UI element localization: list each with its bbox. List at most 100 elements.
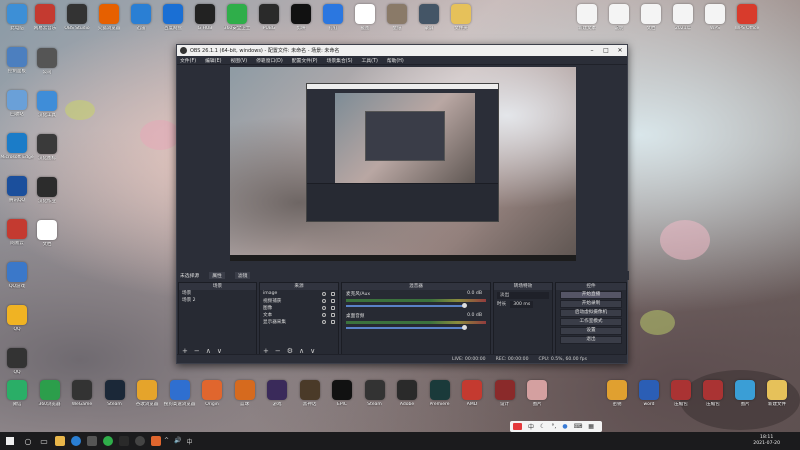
desktop-icon[interactable]: 钉钉 [316, 4, 350, 31]
desktop-icon[interactable]: 压缩包 [664, 380, 698, 407]
desktop-icon[interactable]: 火狐浏览器 [92, 4, 126, 31]
source-item[interactable]: 视频捕获 [260, 297, 338, 304]
desktop-icon[interactable]: QQ [0, 348, 34, 375]
desktop-icon[interactable]: 控制面板 [0, 47, 34, 74]
duration-input[interactable]: 300 ms [510, 301, 534, 308]
desktop-icon[interactable]: WeGame [65, 380, 99, 407]
source-item[interactable]: image [260, 290, 338, 297]
keyboard-icon[interactable]: ⌨ [574, 423, 583, 430]
desktop-icon[interactable]: 新建文本 [570, 4, 604, 31]
menu-file[interactable]: 文件(F) [180, 57, 196, 64]
volume-icon[interactable]: 🔊 [174, 437, 181, 446]
lock-icon[interactable] [331, 305, 335, 310]
desktop-icon[interactable]: G HUB [188, 4, 222, 31]
visibility-icon[interactable] [322, 312, 326, 317]
app-icon[interactable] [116, 432, 132, 450]
transition-select[interactable]: 淡出 [497, 292, 549, 299]
menu-view[interactable]: 视图(V) [230, 57, 247, 64]
app-icon[interactable] [148, 432, 164, 450]
source-item[interactable]: 文本 [260, 311, 338, 318]
file-explorer-icon[interactable] [52, 432, 68, 450]
desktop-icon[interactable]: OBS Studio [60, 4, 94, 31]
obs-preview-canvas[interactable] [230, 67, 576, 261]
visibility-icon[interactable] [322, 291, 326, 296]
lock-icon[interactable] [331, 298, 335, 303]
app-icon[interactable] [84, 432, 100, 450]
ime-indicator[interactable]: 中 [187, 437, 193, 446]
source-item[interactable]: 图像 [260, 304, 338, 311]
scene-item[interactable]: 场景 [179, 290, 256, 297]
desktop-icon[interactable]: 公司 [30, 48, 64, 75]
desktop-icon[interactable]: EPIC [325, 380, 359, 407]
minimize-icon[interactable]: – [585, 47, 599, 54]
menu-tools[interactable]: 工具(T) [362, 57, 378, 64]
studio-mode-button[interactable]: 工作室模式 [560, 318, 622, 326]
menu-docks[interactable]: 停靠窗口(D) [256, 57, 283, 64]
desktop-icon[interactable]: 黑神话 [293, 380, 327, 407]
desktop-icon[interactable]: 新建文件 [760, 380, 794, 407]
desktop-icon[interactable]: Premiere [423, 380, 457, 407]
filters-button[interactable]: 滤镜 [234, 272, 251, 279]
desktop-icon[interactable]: 说明 [602, 4, 636, 31]
tray-overflow-icon[interactable]: ^ [164, 437, 169, 446]
menu-edit[interactable]: 编辑(E) [205, 57, 221, 64]
volume-slider[interactable] [346, 325, 467, 330]
ime-lang[interactable]: 中 [528, 422, 534, 431]
start-streaming-button[interactable]: 开始直播 [560, 291, 622, 299]
desktop-icon[interactable]: QQ游戏 [0, 262, 34, 289]
desktop-icon[interactable]: 汉化作业 [30, 177, 64, 204]
app-icon[interactable] [100, 432, 116, 450]
desktop-icon[interactable]: QQ [0, 305, 34, 332]
visibility-icon[interactable] [322, 319, 326, 324]
obs-titlebar[interactable]: OBS 26.1.1 (64-bit, windows) - 配置文件: 未命名… [177, 45, 627, 56]
desktop-icon[interactable]: 网易云音乐 [28, 4, 62, 31]
microphone-icon[interactable]: ● [562, 423, 567, 430]
desktop-icon[interactable]: PUBG [252, 4, 286, 31]
desktop-icon[interactable]: 微信 [0, 380, 34, 407]
punctuation-icon[interactable]: °, [551, 423, 556, 430]
desktop-icon[interactable]: Steam [358, 380, 392, 407]
sogou-icon[interactable] [513, 423, 522, 430]
desktop-icon[interactable]: 文档 [634, 4, 668, 31]
task-view-icon[interactable]: ▭ [36, 432, 52, 450]
volume-slider[interactable] [346, 303, 467, 308]
desktop-icon[interactable]: 腾讯QQ [0, 176, 34, 203]
desktop-icon[interactable]: 文档 [30, 220, 64, 247]
desktop-icon[interactable]: 回收站 [0, 90, 34, 117]
menu-profile[interactable]: 配置文件(P) [292, 57, 318, 64]
desktop-icon[interactable]: 网易云 [0, 219, 34, 246]
desktop-icon[interactable]: 360安全卫士 [220, 4, 254, 31]
desktop-icon[interactable]: 迅雷 [124, 4, 158, 31]
menu-help[interactable]: 帮助(H) [387, 57, 404, 64]
desktop-icon[interactable]: 压缩包 [696, 380, 730, 407]
taskbar-clock[interactable]: 18:11 2021-07-20 [753, 435, 780, 447]
slider-knob[interactable] [462, 325, 467, 330]
ime-toolbar[interactable]: 中 ☾ °, ● ⌨ ▦ [510, 421, 602, 432]
desktop-icon[interactable]: 壁纸 [380, 4, 414, 31]
lock-icon[interactable] [331, 312, 335, 317]
desktop-icon[interactable]: 游戏 [260, 380, 294, 407]
desktop-icon[interactable]: WPS Office [730, 4, 764, 31]
desktop-icon[interactable]: 图片 [728, 380, 762, 407]
desktop-icon[interactable]: 汉化工具 [30, 91, 64, 118]
desktop-icon[interactable]: 图片 [520, 380, 554, 407]
desktop-icon[interactable]: 篮球 [228, 380, 262, 407]
desktop-icon[interactable]: 设计 [488, 380, 522, 407]
desktop-icon[interactable]: 文件夹 [444, 4, 478, 31]
desktop-icon[interactable]: Origin [195, 380, 229, 407]
skin-icon[interactable]: ▦ [588, 423, 594, 430]
start-virtual-camera-button[interactable]: 启动虚拟摄像机 [560, 309, 622, 317]
visibility-icon[interactable] [322, 298, 326, 303]
desktop-icon[interactable]: 百度网盘 [156, 4, 190, 31]
desktop-icon[interactable]: 谷歌浏览器 [130, 380, 164, 407]
browser-icon[interactable] [68, 432, 84, 450]
desktop-icon[interactable]: 剪映 [284, 4, 318, 31]
properties-button[interactable]: 属性 [209, 272, 225, 279]
obs-taskbar-icon[interactable] [132, 432, 148, 450]
desktop-icon[interactable]: Microsoft Edge [0, 133, 34, 160]
close-icon[interactable]: ✕ [613, 47, 627, 54]
desktop-icon[interactable]: 汉化图标 [30, 134, 64, 161]
visibility-icon[interactable] [322, 305, 326, 310]
desktop-icon[interactable]: word [632, 380, 666, 407]
desktop-icon[interactable]: 搜狗高速浏览器 [163, 380, 197, 407]
